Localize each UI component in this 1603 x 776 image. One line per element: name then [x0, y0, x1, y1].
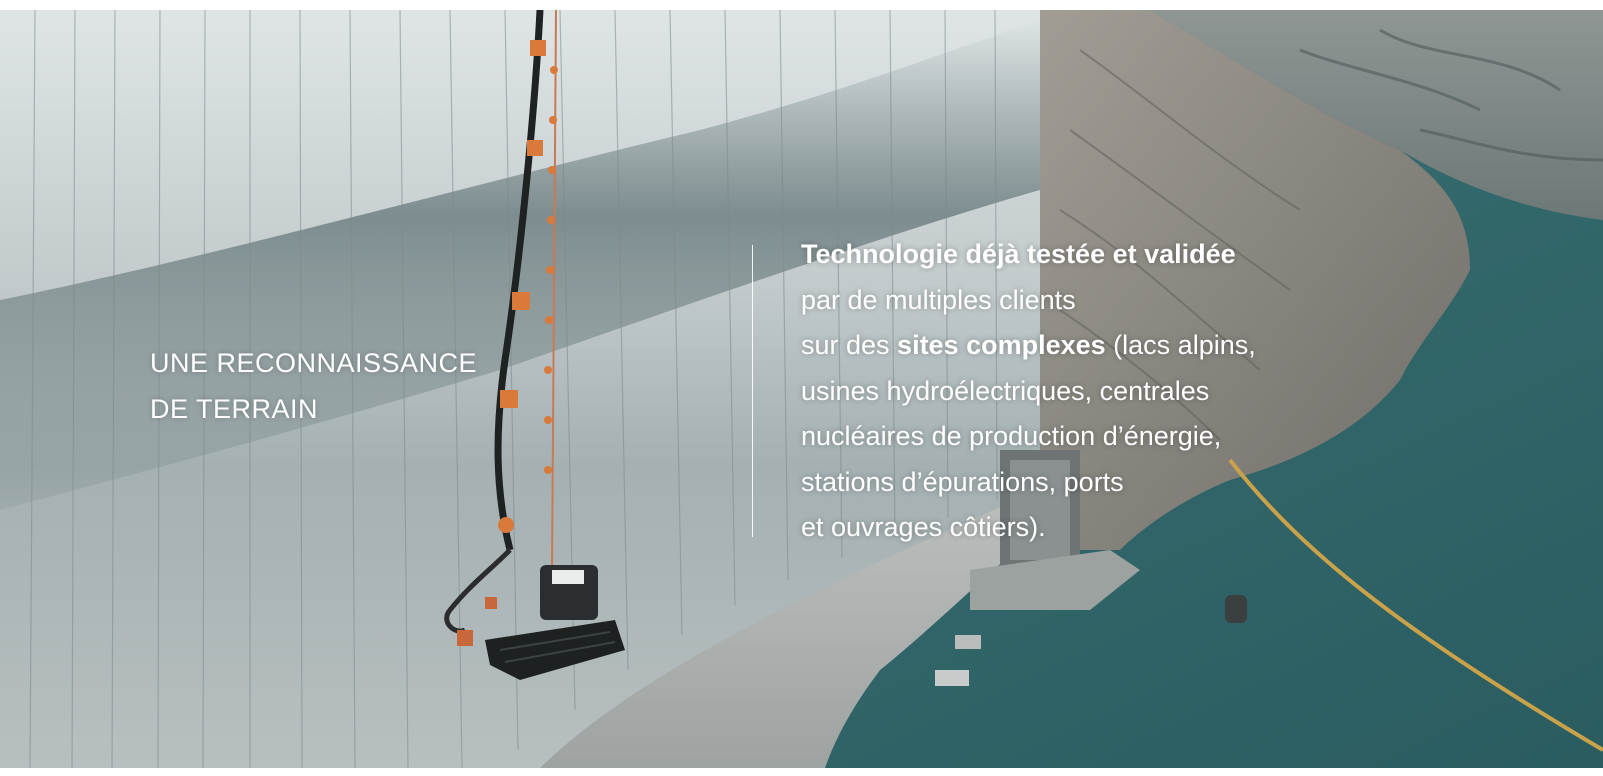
- description-line-1: Technologie déjà testée et validée: [801, 232, 1401, 278]
- hero-banner: UNE RECONNAISSANCE DE TERRAIN Technologi…: [0, 10, 1603, 768]
- description-line-6: stations d’épurations, ports: [801, 466, 1124, 497]
- description-highlight-complex-sites: sites complexes: [897, 330, 1106, 360]
- section-heading-line-1: UNE RECONNAISSANCE: [150, 348, 478, 378]
- vertical-divider: [752, 245, 753, 537]
- description-line-3-prefix: sur des: [801, 330, 898, 360]
- description-line-7: et ouvrages côtiers).: [801, 512, 1046, 542]
- description-highlight-tested: Technologie déjà testée et validée: [801, 239, 1236, 269]
- description-line-3-suffix: (lacs alpins,: [1105, 330, 1256, 360]
- description-line-4: usines hydroélectriques, centrales: [801, 375, 1210, 406]
- section-heading: UNE RECONNAISSANCE DE TERRAIN: [150, 340, 477, 432]
- section-heading-line-2: DE TERRAIN: [150, 394, 319, 424]
- description-line-3: sur des sites complexes (lacs alpins,: [801, 323, 1401, 369]
- description-line-5: nucléaires de production d’énergie,: [801, 421, 1222, 451]
- description-line-2: par de multiples clients: [801, 284, 1076, 315]
- description-paragraph: Technologie déjà testée et validée par d…: [801, 232, 1401, 551]
